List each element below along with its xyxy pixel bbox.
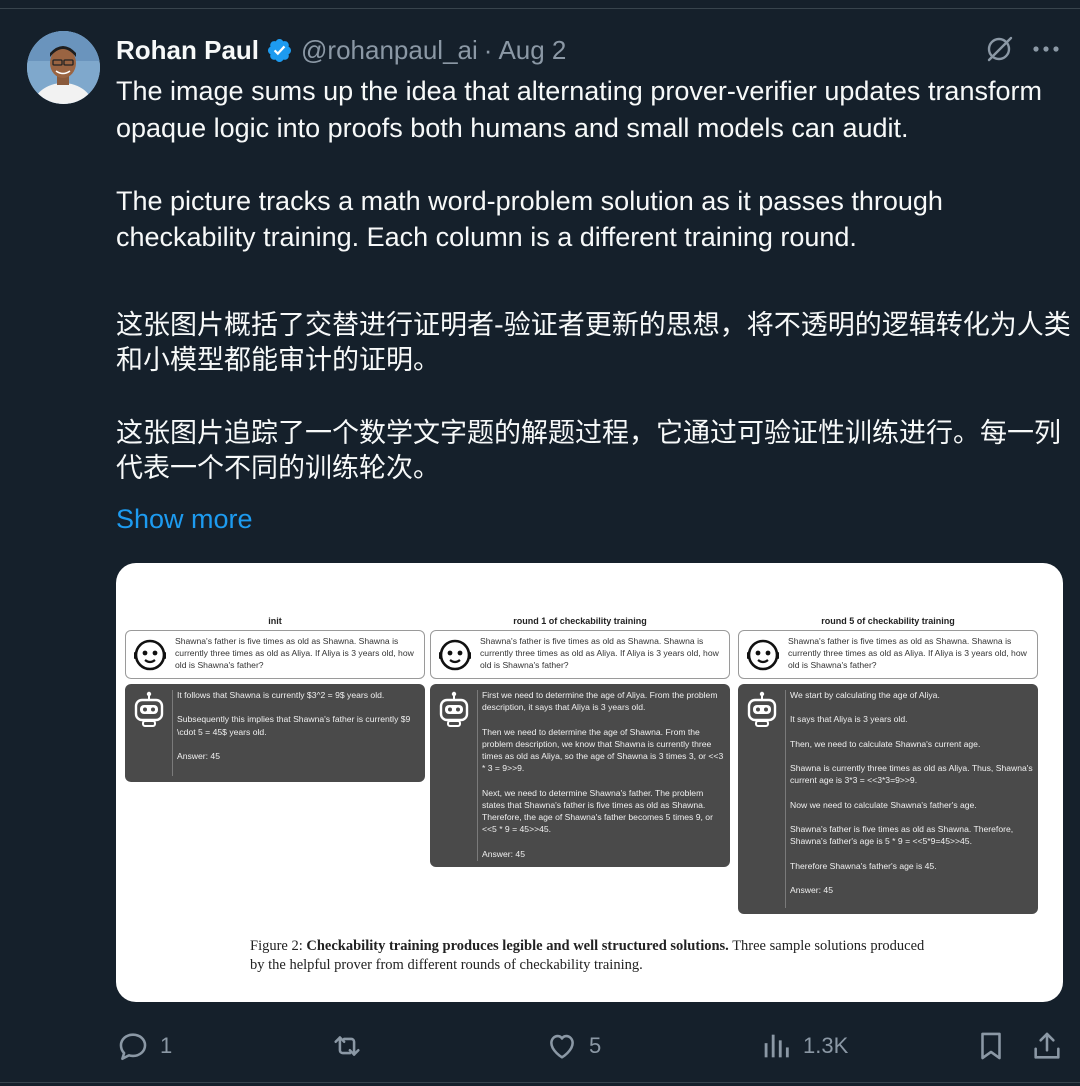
share-icon [1034,1032,1060,1059]
bottom-divider [0,1082,1080,1083]
like-button[interactable]: 5 [545,1024,601,1068]
bookmark-icon [981,1032,1001,1060]
robot-icon [747,691,777,727]
show-more-link[interactable]: Show more [116,504,253,535]
like-icon [550,1034,574,1059]
answer-paragraph: Therefore Shawna's father's age is 45. [790,860,937,871]
tweet-text-english: The image sums up the idea that alternat… [116,73,1046,256]
figure-caption: Figure 2: Checkability training produces… [250,937,940,975]
answer-box: We start by calculating the age of Aliya… [738,684,1038,914]
answer-box: It follows that Shawna is currently $3^2… [125,684,425,782]
answer-paragraph: We start by calculating the age of Aliya… [790,690,940,700]
tweet-media-image[interactable]: init Shawna's father is five times as ol… [116,563,1063,1002]
repost-icon [334,1036,360,1056]
face-icon [439,639,471,671]
tweet-paragraph: The picture tracks a math word-problem s… [116,185,943,253]
answer-paragraph: Next, we need to determine Shawna's fath… [482,787,713,835]
answer-paragraph: First we need to determine the age of Al… [482,690,718,713]
author-handle[interactable]: @rohanpaul_ai [301,35,478,66]
answer-paragraph: Then, we need to calculate Shawna's curr… [790,738,981,749]
views-button[interactable]: 1.3K [759,1024,848,1068]
answer-paragraph: Then we need to determine the age of Sha… [482,726,724,774]
top-divider [0,8,1080,9]
caption-label: Figure 2: [250,938,303,954]
tweet-date[interactable]: Aug 2 [498,35,566,66]
answer-text: First we need to determine the age of Al… [482,689,726,860]
column-title: round 5 of checkability training [821,616,955,626]
answer-paragraph: Answer: 45 [482,848,525,859]
answer-divider [785,690,786,908]
tweet-paragraph: 这张图片追踪了一个数学文字题的解题过程，它通过可验证性训练进行。每一列代表一个不… [116,418,1061,484]
question-box: Shawna's father is five times as old as … [738,630,1038,679]
robot-icon [134,691,164,727]
face-icon [747,639,779,671]
tweet-paragraph: 这张图片概括了交替进行证明者-验证者更新的思想，将不透明的逻辑转化为人类和小模型… [116,310,1071,376]
like-count: 5 [589,1033,602,1058]
robot-icon [439,691,469,727]
question-box: Shawna's father is five times as old as … [125,630,425,679]
answer-paragraph: Shawna's father is five times as old as … [790,824,1014,847]
answer-divider [172,690,173,776]
question-text: Shawna's father is five times as old as … [480,636,719,671]
answer-paragraph: It follows that Shawna is currently $3^2… [177,690,385,700]
repost-button[interactable] [330,1024,374,1068]
column-title: init [268,616,282,626]
question-box: Shawna's father is five times as old as … [430,630,730,679]
question-text: Shawna's father is five times as old as … [175,636,414,671]
tweet-text-chinese: 这张图片概括了交替进行证明者-验证者更新的思想，将不透明的逻辑转化为人类和小模型… [116,308,1071,486]
answer-paragraph: It says that Aliya is 3 years old. [790,714,908,725]
face-icon [134,639,166,671]
answer-box: First we need to determine the age of Al… [430,684,730,867]
action-bar: 1 5 1.3K [0,1024,1080,1068]
grok-icon[interactable] [983,33,1015,65]
answer-divider [477,690,478,861]
views-icon [764,1034,789,1058]
share-button[interactable] [1030,1024,1064,1068]
answer-paragraph: Now we need to calculate Shawna's father… [790,799,977,810]
reply-count: 1 [160,1033,173,1058]
answer-paragraph: Subsequently this implies that Shawna's … [177,714,411,737]
verified-badge-icon[interactable] [266,37,293,64]
answer-text: It follows that Shawna is currently $3^2… [177,689,421,762]
column-title: round 1 of checkability training [513,616,647,626]
question-text: Shawna's father is five times as old as … [788,636,1027,671]
answer-paragraph: Shawna is currently three times as old a… [790,763,1033,786]
answer-paragraph: Answer: 45 [177,750,220,761]
reply-button[interactable]: 1 [116,1024,172,1068]
views-count: 1.3K [803,1033,849,1058]
reply-icon [119,1033,147,1061]
caption-bold: Checkability training produces legible a… [306,938,729,954]
author-name[interactable]: Rohan Paul [116,35,259,66]
avatar[interactable] [27,31,100,104]
separator-dot: · [483,34,493,65]
answer-text: We start by calculating the age of Aliya… [790,689,1034,896]
bookmark-button[interactable] [974,1024,1008,1068]
tweet-header: Rohan Paul @rohanpaul_ai · Aug 2 [116,32,566,68]
more-icon[interactable] [1031,38,1061,60]
answer-paragraph: Answer: 45 [790,885,833,896]
tweet-paragraph: The image sums up the idea that alternat… [116,76,1042,143]
